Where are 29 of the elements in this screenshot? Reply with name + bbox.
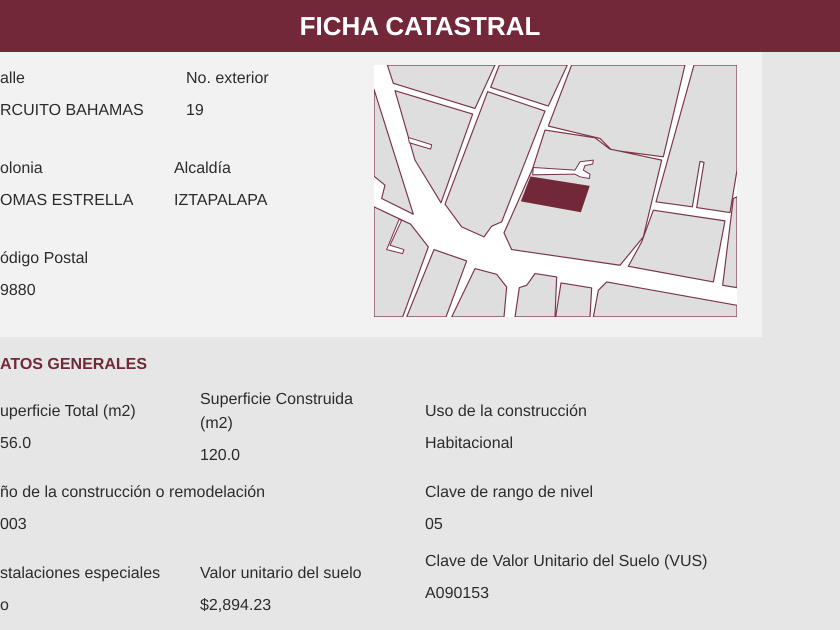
field-label: uperficie Total (m2) — [0, 402, 136, 422]
section-heading: ATOS GENERALES — [0, 355, 148, 375]
field-value: Habitacional — [425, 434, 514, 454]
field-label: Clave de rango de nivel — [425, 483, 594, 503]
field-label: Valor unitario del suelo — [200, 564, 362, 584]
field-value: 56.0 — [0, 434, 32, 454]
field-value: RCUITO BAHAMAS — [0, 101, 144, 121]
field-label: ódigo Postal — [0, 249, 88, 269]
field-label: alle — [0, 69, 25, 89]
field-value: 05 — [425, 515, 443, 535]
parcel-highlight — [520, 176, 590, 212]
field-label: stalaciones especiales — [0, 564, 160, 584]
field-value: A090153 — [425, 584, 490, 604]
field-value: 9880 — [0, 281, 36, 301]
field-label: ño de la construcción o remodelación — [0, 483, 266, 503]
field-value: o — [0, 596, 9, 616]
field-label: olonia — [0, 159, 43, 179]
field-label: No. exterior — [186, 69, 269, 89]
field-label: Alcaldía — [174, 159, 231, 179]
field-value: $2,894.23 — [200, 596, 272, 616]
page-title: FICHA CATASTRAL — [300, 11, 540, 41]
field-label: Clave de Valor Unitario del Suelo (VUS) — [425, 552, 708, 572]
field-label: Uso de la construcción — [425, 402, 587, 422]
field-value: OMAS ESTRELLA — [0, 191, 134, 211]
field-value: 19 — [186, 101, 204, 121]
field-value: 003 — [0, 515, 27, 535]
field-label: Superficie Construida (m2) — [200, 390, 354, 434]
field-value: 120.0 — [200, 446, 240, 466]
field-value: IZTAPALAPA — [174, 191, 268, 211]
